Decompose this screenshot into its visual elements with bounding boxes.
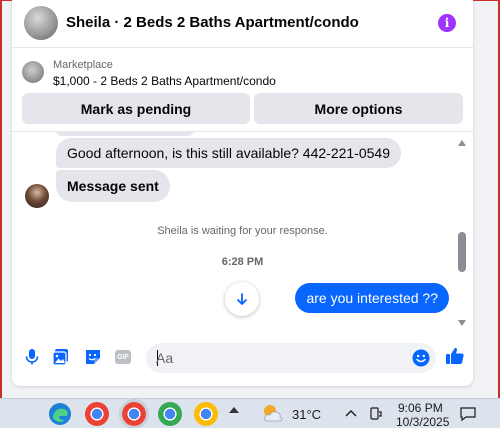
message-input-wrapper[interactable] xyxy=(146,343,436,373)
chrome-icon[interactable] xyxy=(158,402,182,426)
chat-header: Sheila · 2 Beds 2 Baths Apartment/condo … xyxy=(12,0,473,48)
weather-temperature[interactable]: 31°C xyxy=(292,407,321,422)
scroll-to-bottom-button[interactable] xyxy=(225,282,259,316)
edge-icon[interactable] xyxy=(48,402,72,426)
photo-icon[interactable] xyxy=(52,348,70,366)
chat-window: Sheila · 2 Beds 2 Baths Apartment/condo … xyxy=(12,0,473,386)
microphone-icon[interactable] xyxy=(23,348,41,366)
clock-date[interactable]: 10/3/2025 xyxy=(396,415,449,428)
chevron-up-icon[interactable] xyxy=(345,408,357,418)
chrome-icon[interactable] xyxy=(85,402,109,426)
outgoing-message[interactable]: are you interested ?? xyxy=(295,283,449,313)
mark-as-pending-button[interactable]: Mark as pending xyxy=(22,93,250,124)
scroll-up-arrow[interactable] xyxy=(458,140,466,146)
chrome-icon[interactable] xyxy=(194,402,218,426)
message-timestamp: 6:28 PM xyxy=(221,256,264,268)
conversation-title[interactable]: Sheila · 2 Beds 2 Baths Apartment/condo xyxy=(66,14,359,31)
device-icon[interactable] xyxy=(370,407,382,421)
message-input[interactable] xyxy=(156,348,396,368)
scrollbar-thumb[interactable] xyxy=(458,232,466,272)
emoji-icon[interactable] xyxy=(412,349,430,367)
gif-icon[interactable]: GIF xyxy=(115,350,131,364)
arrow-down-icon xyxy=(237,293,247,305)
waiting-notice: Sheila is waiting for your response. xyxy=(157,225,328,237)
incoming-message[interactable]: Message sent xyxy=(56,170,170,202)
notification-icon[interactable] xyxy=(459,406,477,422)
chevron-up-icon[interactable] xyxy=(229,407,239,413)
avatar[interactable] xyxy=(24,6,58,40)
clock-time[interactable]: 9:06 PM xyxy=(398,401,443,415)
sticker-icon[interactable] xyxy=(84,348,102,366)
listing-thumbnail xyxy=(22,61,44,83)
message-bubble-partial xyxy=(56,132,194,136)
message-list[interactable]: Good afternoon, is this still available?… xyxy=(12,132,473,336)
listing-title: $1,000 - 2 Beds 2 Baths Apartment/condo xyxy=(53,74,276,88)
incoming-message[interactable]: Good afternoon, is this still available?… xyxy=(56,138,401,168)
window-frame-left xyxy=(0,0,2,398)
sender-avatar[interactable] xyxy=(25,184,49,208)
message-composer: GIF xyxy=(12,340,473,376)
taskbar: 31°C 9:06 PM 10/3/2025 xyxy=(0,398,500,428)
marketplace-listing[interactable]: Marketplace $1,000 - 2 Beds 2 Baths Apar… xyxy=(12,56,473,92)
info-icon[interactable]: i xyxy=(438,14,456,32)
more-options-button[interactable]: More options xyxy=(254,93,463,124)
scroll-down-arrow[interactable] xyxy=(458,320,466,326)
scrollbar[interactable] xyxy=(457,132,471,336)
marketplace-label: Marketplace xyxy=(53,59,113,71)
chrome-icon[interactable] xyxy=(119,399,149,428)
weather-icon[interactable] xyxy=(262,403,284,423)
thumbs-up-icon[interactable] xyxy=(445,346,465,366)
